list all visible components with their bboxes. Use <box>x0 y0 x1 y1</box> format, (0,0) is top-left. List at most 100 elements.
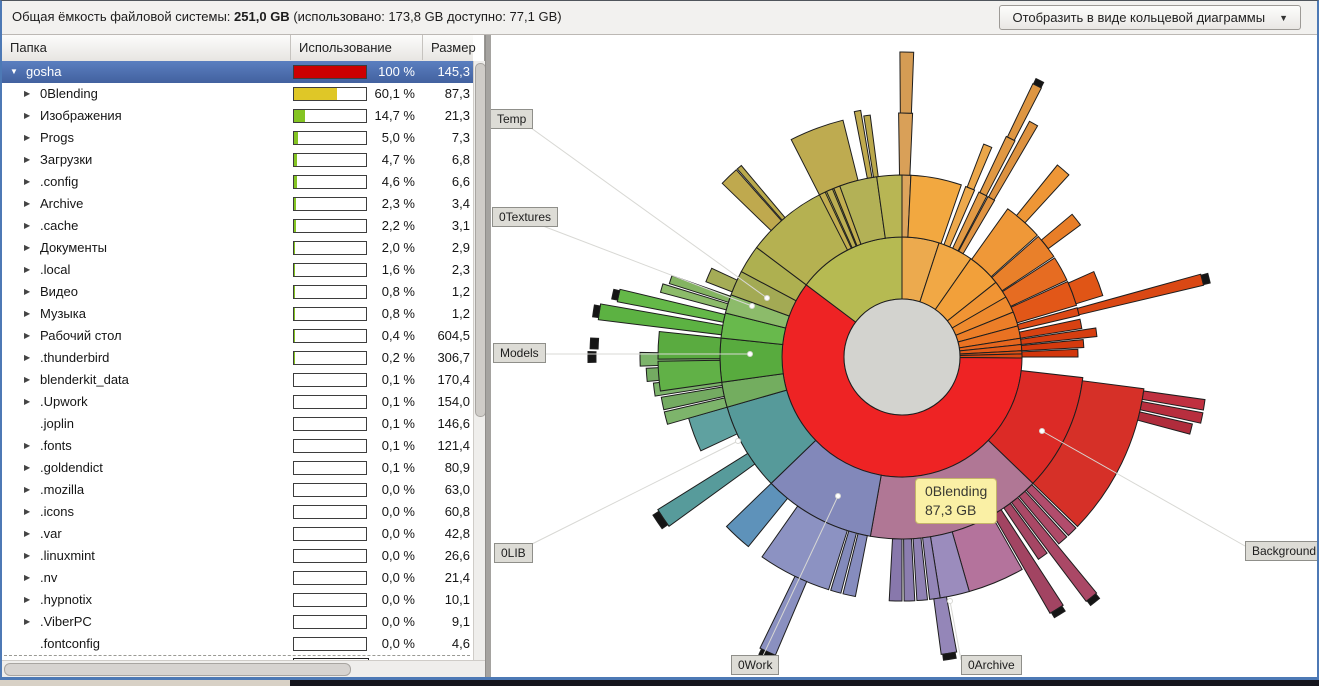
expander-open-icon[interactable]: ▼ <box>10 61 18 83</box>
tree-row-.nv[interactable]: ▶.nv0,0 %21,4 <box>2 567 473 589</box>
usage-bar <box>293 373 367 387</box>
ring-segment[interactable] <box>900 52 914 113</box>
tree-row-gosha[interactable]: ▼gosha100 %145,3 <box>2 61 473 83</box>
tree-row-Изображения[interactable]: ▶Изображения14,7 %21,3 <box>2 105 473 127</box>
expander-closed-icon[interactable]: ▶ <box>24 457 30 479</box>
tree-row-blenderkit_data[interactable]: ▶blenderkit_data0,1 %170,4 <box>2 369 473 391</box>
expander-closed-icon[interactable]: ▶ <box>24 391 30 413</box>
expander-closed-icon[interactable]: ▶ <box>24 281 30 303</box>
ring-segment[interactable] <box>658 332 721 360</box>
expander-closed-icon[interactable]: ▶ <box>24 149 30 171</box>
tree-row-.thunderbird[interactable]: ▶.thunderbird0,2 %306,7 <box>2 347 473 369</box>
ring-segment[interactable] <box>904 539 915 601</box>
label-anchor-dot <box>948 599 953 604</box>
expander-closed-icon[interactable]: ▶ <box>24 127 30 149</box>
tree-row-.var[interactable]: ▶.var0,0 %42,8 <box>2 523 473 545</box>
tree-row-.fonts[interactable]: ▶.fonts0,1 %121,4 <box>2 435 473 457</box>
tree-row-.hypnotix[interactable]: ▶.hypnotix0,0 %10,1 <box>2 589 473 611</box>
usage-percent: 60,1 % <box>357 83 415 105</box>
column-header-folder[interactable]: Папка <box>2 35 291 60</box>
column-header-size[interactable]: Размер <box>423 35 473 60</box>
tree-row-Музыка[interactable]: ▶Музыка0,8 %1,2 <box>2 303 473 325</box>
expander-closed-icon[interactable]: ▶ <box>24 435 30 457</box>
ring-segment[interactable] <box>593 305 601 318</box>
ring-segment[interactable] <box>588 352 596 363</box>
folder-tree-pane: Папка Использование Размер ▼gosha100 %14… <box>2 35 485 677</box>
folder-size: 60,8 <box>416 501 470 523</box>
tree-row-Видео[interactable]: ▶Видео0,8 %1,2 <box>2 281 473 303</box>
column-header-usage[interactable]: Использование <box>291 35 423 60</box>
tree-focus-dashed-line <box>4 655 470 656</box>
expander-closed-icon[interactable]: ▶ <box>24 369 30 391</box>
tree-row-.mozilla[interactable]: ▶.mozilla0,0 %63,0 <box>2 479 473 501</box>
tree-row-.config[interactable]: ▶.config4,6 %6,6 <box>2 171 473 193</box>
ring-label-Models[interactable]: Models <box>493 343 546 363</box>
expander-closed-icon[interactable]: ▶ <box>24 501 30 523</box>
screen: Общая ёмкость файловой системы: 251,0 GB… <box>0 0 1319 686</box>
ring-segment[interactable] <box>1017 165 1069 223</box>
ring-segment[interactable] <box>760 576 807 655</box>
usage-percent: 0,0 % <box>357 567 415 589</box>
folder-size: 26,6 <box>416 545 470 567</box>
ring-segment[interactable] <box>943 652 957 660</box>
ring-label-Background[interactable]: Background <box>1245 541 1317 561</box>
usage-bar <box>293 549 367 563</box>
tree-row-.Upwork[interactable]: ▶.Upwork0,1 %154,0 <box>2 391 473 413</box>
ring-segment[interactable] <box>889 539 902 601</box>
horizontal-scrollbar-thumb[interactable] <box>4 663 351 676</box>
tree-row-Progs[interactable]: ▶Progs5,0 %7,3 <box>2 127 473 149</box>
usage-bar <box>293 329 367 343</box>
expander-closed-icon[interactable]: ▶ <box>24 303 30 325</box>
expander-closed-icon[interactable]: ▶ <box>24 545 30 567</box>
tree-row-0Blending[interactable]: ▶0Blending60,1 %87,3 <box>2 83 473 105</box>
tree-row-.icons[interactable]: ▶.icons0,0 %60,8 <box>2 501 473 523</box>
expander-closed-icon[interactable]: ▶ <box>24 83 30 105</box>
tree-row-Archive[interactable]: ▶Archive2,3 %3,4 <box>2 193 473 215</box>
ring-segment[interactable] <box>899 113 913 175</box>
usage-bar <box>293 483 367 497</box>
ring-segment[interactable] <box>590 338 599 349</box>
usage-percent: 2,0 % <box>357 237 415 259</box>
ring-segment[interactable] <box>934 597 957 655</box>
expander-closed-icon[interactable]: ▶ <box>24 259 30 281</box>
tree-row-Загрузки[interactable]: ▶Загрузки4,7 %6,8 <box>2 149 473 171</box>
tree-row-.linuxmint[interactable]: ▶.linuxmint0,0 %26,6 <box>2 545 473 567</box>
expander-closed-icon[interactable]: ▶ <box>24 523 30 545</box>
label-anchor-dot <box>748 352 753 357</box>
expander-closed-icon[interactable]: ▶ <box>24 347 30 369</box>
expander-closed-icon[interactable]: ▶ <box>24 105 30 127</box>
expander-closed-icon[interactable]: ▶ <box>24 589 30 611</box>
expander-closed-icon[interactable]: ▶ <box>24 171 30 193</box>
expander-closed-icon[interactable]: ▶ <box>24 237 30 259</box>
expander-closed-icon[interactable]: ▶ <box>24 215 30 237</box>
tree-row-.cache[interactable]: ▶.cache2,2 %3,1 <box>2 215 473 237</box>
tooltip-folder-size: 87,3 GB <box>925 501 987 520</box>
root-folder-circle[interactable] <box>844 299 960 415</box>
tree-row-.ViberPC[interactable]: ▶.ViberPC0,0 %9,1 <box>2 611 473 633</box>
ring-label-0LIB[interactable]: 0LIB <box>494 543 533 563</box>
tree-row-.fontconfig[interactable]: .fontconfig0,0 %4,6 <box>2 633 473 655</box>
ring-label-0Textures[interactable]: 0Textures <box>492 207 558 227</box>
expander-closed-icon[interactable]: ▶ <box>24 193 30 215</box>
ring-label-0Work[interactable]: 0Work <box>731 655 779 675</box>
expander-closed-icon[interactable]: ▶ <box>24 479 30 501</box>
usage-percent: 0,1 % <box>357 413 415 435</box>
tree-horizontal-scrollbar[interactable] <box>2 660 485 677</box>
tree-row-.local[interactable]: ▶.local1,6 %2,3 <box>2 259 473 281</box>
ring-label-0Archive[interactable]: 0Archive <box>961 655 1022 675</box>
chart-view-dropdown[interactable]: Отобразить в виде кольцевой диаграммы ▼ <box>999 5 1301 30</box>
expander-closed-icon[interactable]: ▶ <box>24 567 30 589</box>
ring-label-Temp[interactable]: Temp <box>491 109 533 129</box>
tree-row-Документы[interactable]: ▶Документы2,0 %2,9 <box>2 237 473 259</box>
tree-row-.goldendict[interactable]: ▶.goldendict0,1 %80,9 <box>2 457 473 479</box>
tree-header: Папка Использование Размер <box>2 35 473 62</box>
ring-segment[interactable] <box>706 268 737 292</box>
tree-row-.joplin[interactable]: .joplin0,1 %146,6 <box>2 413 473 435</box>
usage-bar <box>293 153 367 167</box>
usage-percent: 0,0 % <box>357 633 415 655</box>
folder-name: Видео <box>40 281 78 303</box>
expander-closed-icon[interactable]: ▶ <box>24 611 30 633</box>
tree-row-Рабочий стол[interactable]: ▶Рабочий стол0,4 %604,5 <box>2 325 473 347</box>
ring-segment[interactable] <box>1041 214 1080 248</box>
expander-closed-icon[interactable]: ▶ <box>24 325 30 347</box>
